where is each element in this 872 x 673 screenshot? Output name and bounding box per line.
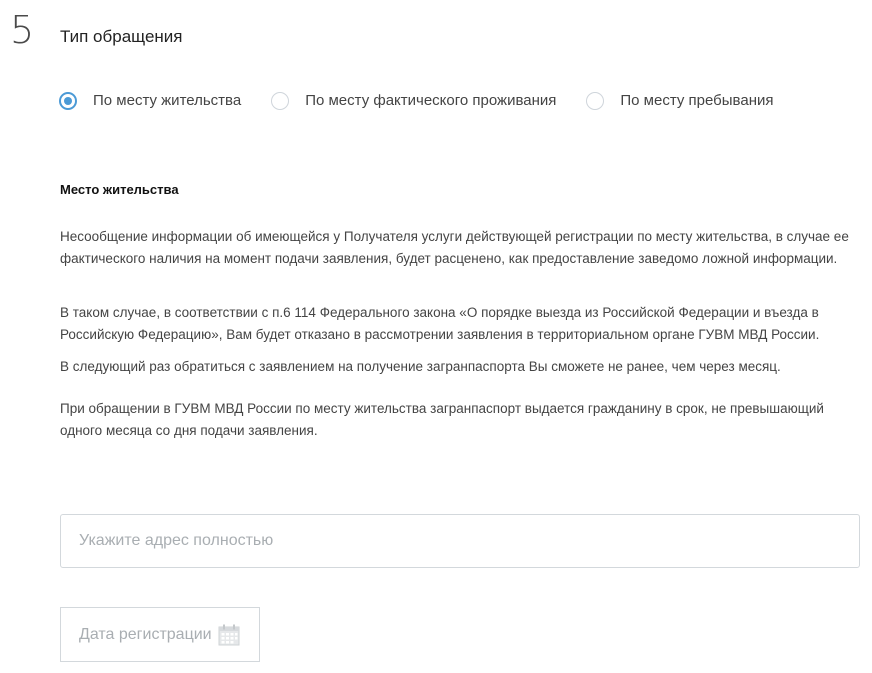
info-paragraph: Несообщение информации об имеющейся у По…: [60, 229, 849, 266]
radio-option-actual-residence[interactable]: По месту фактического проживания: [271, 91, 556, 111]
request-type-radio-group: По месту жительства По месту фактическог…: [59, 91, 803, 111]
step-title: Тип обращения: [60, 27, 183, 46]
radio-label-actual-residence: По месту фактического проживания: [305, 92, 557, 109]
info-paragraph: В следующий раз обратиться с заявлением …: [60, 359, 781, 374]
radio-label-residence: По месту жительства: [93, 92, 242, 109]
radio-button[interactable]: [586, 92, 605, 110]
radio-option-stay[interactable]: По месту пребывания: [586, 91, 773, 111]
radio-label-stay: По месту пребывания: [620, 92, 774, 109]
radio-button-checked[interactable]: [59, 92, 77, 110]
radio-button[interactable]: [271, 92, 290, 110]
calendar-icon[interactable]: [218, 624, 240, 646]
registration-date-label: Дата регистрации: [79, 625, 212, 643]
step-number: 5: [10, 8, 35, 52]
info-paragraph: В таком случае, в соответствии с п.6 114…: [60, 305, 820, 342]
info-paragraph: При обращении в ГУВМ МВД России по месту…: [60, 401, 824, 438]
section-heading: Место жительства: [60, 182, 179, 197]
registration-date-field[interactable]: Дата регистрации: [60, 607, 260, 662]
address-input[interactable]: [60, 514, 860, 568]
radio-option-residence[interactable]: По месту жительства: [59, 91, 241, 111]
